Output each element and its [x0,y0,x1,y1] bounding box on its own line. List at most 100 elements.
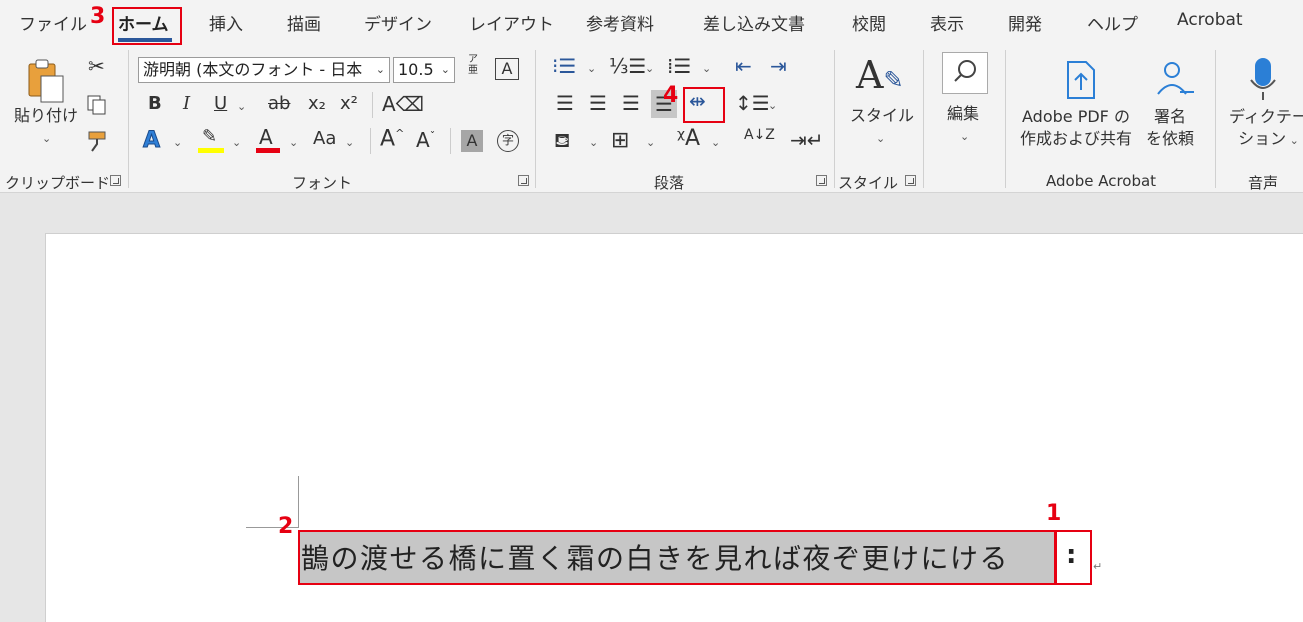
chevron-down-icon[interactable]: ⌄ [232,136,241,149]
annotation-box-distributed [683,87,725,123]
highlight-pen-icon[interactable]: ✎ [202,128,217,146]
strikethrough-icon[interactable]: ab [268,95,290,113]
chevron-down-icon[interactable]: ⌄ [289,136,298,149]
tab-review[interactable]: 校閲 [852,10,886,35]
asian-layout-icon[interactable]: ᵡA [677,128,700,150]
chevron-down-icon[interactable]: ⌄ [702,62,711,75]
paste-dropdown-icon[interactable]: ⌄ [42,132,51,145]
character-border-icon[interactable]: A [495,58,519,80]
tab-acrobat[interactable]: Acrobat [1177,10,1243,30]
chevron-down-icon[interactable]: ⌄ [646,136,655,149]
tab-view[interactable]: 表示 [930,10,964,35]
request-signature-icon [1152,58,1196,102]
grow-font-icon[interactable]: A^ [380,128,404,150]
text-effects-icon[interactable]: A [142,129,160,152]
tab-references[interactable]: 参考資料 [586,10,654,35]
create-pdf-button[interactable]: Adobe PDF の作成および共有 [1020,106,1132,149]
separator [450,128,451,154]
align-right-icon[interactable]: ☰ [622,93,640,113]
ribbon: 貼り付け ⌄ ✂ クリップボード 游明朝 (本文のフォント - 日本 ⌄ 10.5… [0,44,1303,193]
dictate-line1: ディクテー [1229,107,1303,126]
subscript-icon[interactable]: x₂ [308,95,326,113]
annotation-box-text [298,530,1057,585]
tab-help[interactable]: ヘルプ [1087,10,1138,35]
create-pdf-line2: 作成および共有 [1020,128,1133,148]
line-spacing-icon[interactable]: ↕☰ [735,93,770,113]
align-center-icon[interactable]: ☰ [589,93,607,113]
tab-insert[interactable]: 挿入 [209,10,243,35]
tab-developer[interactable]: 開発 [1008,10,1042,35]
chevron-down-icon[interactable]: ⌄ [237,100,246,113]
format-painter-icon[interactable] [86,129,110,153]
shrink-font-icon[interactable]: Aˇ [416,130,435,150]
increase-indent-icon[interactable]: ⇥ [770,56,787,76]
acrobat-group-label: Adobe Acrobat [1046,172,1157,190]
phonetic-guide-icon[interactable]: ア亜 [466,54,480,76]
group-separator [1005,50,1006,188]
paragraph-launcher-icon[interactable] [816,175,827,186]
change-case-icon[interactable]: Aa [313,130,336,148]
voice-group-label: 音声 [1248,174,1279,192]
tab-layout[interactable]: レイアウト [469,10,554,35]
annotation-number-3: 3 [90,4,106,29]
font-launcher-icon[interactable] [518,175,529,186]
paragraph-mark-icon[interactable]: ⇥↵ [790,130,824,150]
create-pdf-icon [1062,58,1102,102]
character-shading-icon[interactable]: A [461,130,483,152]
tab-draw[interactable]: 描画 [287,10,321,35]
group-separator [1215,50,1216,188]
chevron-down-icon[interactable]: ⌄ [589,136,598,149]
font-color-icon[interactable]: A [259,127,273,147]
copy-icon[interactable] [86,94,108,116]
numbering-icon[interactable]: ⅓☰ [609,56,646,76]
underline-icon[interactable]: U [214,95,227,113]
chevron-down-icon[interactable]: ⌄ [960,130,969,143]
group-separator [923,50,924,188]
tab-mailings[interactable]: 差し込み文書 [703,10,805,35]
paragraph-mark: ↵ [1093,560,1103,573]
bullets-icon[interactable]: ⁝☰ [552,56,576,76]
tab-file[interactable]: ファイル [19,10,87,35]
clear-formatting-icon[interactable]: A⌫ [382,94,424,114]
annotation-box-colon [1054,530,1092,585]
chevron-down-icon[interactable]: ⌄ [345,136,354,149]
editing-button-label[interactable]: 編集 [947,104,979,125]
bold-icon[interactable]: B [148,95,162,113]
decrease-indent-icon[interactable]: ⇤ [735,56,752,76]
enclose-characters-icon[interactable]: 字 [497,130,519,152]
request-signature-button[interactable]: 署名 を依頼 [1146,106,1194,149]
sign-line1: 署名 [1154,107,1187,126]
styles-icon[interactable]: A✎ [856,56,904,94]
paste-button[interactable] [25,58,69,108]
italic-icon[interactable]: I [183,95,190,113]
sort-icon[interactable]: A↓Z [744,128,775,142]
chevron-down-icon[interactable]: ⌄ [768,99,777,112]
align-left-icon[interactable]: ☰ [556,93,574,113]
paragraph-group-label: 段落 [654,174,685,192]
clipboard-launcher-icon[interactable] [110,175,121,186]
chevron-down-icon[interactable]: ⌄ [173,136,182,149]
chevron-down-icon[interactable]: ⌄ [711,136,720,149]
chevron-down-icon[interactable]: ⌄ [645,62,654,75]
borders-icon[interactable]: ⊞ [611,130,629,152]
chevron-down-icon[interactable]: ⌄ [587,62,596,75]
chevron-down-icon[interactable]: ⌄ [876,132,885,145]
find-icon[interactable] [942,52,988,94]
chevron-down-icon: ⌄ [375,63,385,76]
font-name-combo[interactable]: 游明朝 (本文のフォント - 日本 ⌄ [138,57,390,83]
tab-design[interactable]: デザイン [364,10,432,35]
styles-button-label[interactable]: スタイル [850,106,914,127]
annotation-number-1: 1 [1046,501,1062,526]
font-color-bar [256,148,280,153]
superscript-icon[interactable]: x² [340,95,358,113]
styles-launcher-icon[interactable] [905,175,916,186]
annotation-number-2: 2 [278,514,294,539]
cut-icon[interactable]: ✂ [88,56,105,76]
multilevel-list-icon[interactable]: ⁞☰ [667,56,691,76]
dictate-button[interactable]: ディクテー ション ⌄ [1229,106,1303,149]
font-size-combo[interactable]: 10.5 ⌄ [393,57,455,83]
font-name-value: 游明朝 (本文のフォント - 日本 [143,60,363,79]
paragraph-shading-icon[interactable]: ⛾ [554,130,570,150]
chevron-down-icon: ⌄ [440,63,450,76]
paste-label: 貼り付け [14,106,79,125]
